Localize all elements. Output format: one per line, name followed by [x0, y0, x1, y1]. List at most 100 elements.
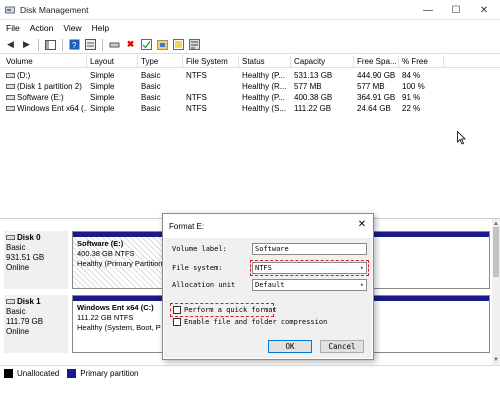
percent-free-cell: 22 % — [402, 104, 421, 113]
menu-view[interactable]: View — [63, 23, 81, 33]
new-volume-icon[interactable] — [156, 38, 169, 51]
disk-status: Online — [6, 327, 30, 336]
disk-size: 111.79 GB — [6, 317, 44, 326]
menu-help[interactable]: Help — [92, 23, 109, 33]
primary-partition-bar — [371, 232, 489, 237]
column-status[interactable]: Status — [239, 55, 291, 68]
delete-icon[interactable]: ✖ — [124, 38, 137, 51]
partition-windows-c[interactable]: Windows Ent x64 (C:) 111.22 GB NTFS Heal… — [72, 295, 172, 353]
volume-icon — [6, 84, 15, 90]
vertical-scrollbar[interactable]: ▲ ▼ — [492, 219, 500, 365]
column-layout[interactable]: Layout — [87, 55, 138, 68]
disk-1-label[interactable]: Disk 1 Basic 111.79 GB Online — [4, 295, 68, 353]
free-space-cell: 444.90 GB — [357, 71, 396, 80]
volume-icon — [6, 106, 15, 112]
legend-primary: Primary partition — [80, 369, 139, 378]
volume-label-label: Volume label: — [172, 245, 227, 253]
column-percent-free[interactable]: % Free — [399, 55, 444, 68]
title-bar: Disk Management — ☐ ✕ — [0, 0, 500, 20]
volume-cell: Software (E:) — [3, 92, 87, 103]
compression-label[interactable]: Enable file and folder compression — [184, 318, 327, 326]
file-system-cell: NTFS — [186, 93, 207, 102]
disk-size: 931.51 GB — [6, 253, 45, 262]
scroll-thumb[interactable] — [493, 227, 499, 277]
menu-action[interactable]: Action — [30, 23, 54, 33]
disk-name: Disk 0 — [17, 233, 41, 242]
legend: Unallocated Primary partition — [0, 365, 500, 381]
unallocated-swatch — [4, 369, 13, 378]
back-arrow-icon[interactable]: ◀ — [4, 38, 17, 51]
capacity-cell: 400.38 GB — [294, 93, 333, 102]
column-type[interactable]: Type — [138, 55, 183, 68]
column-file-system[interactable]: File System — [183, 55, 239, 68]
connect-icon[interactable] — [108, 38, 121, 51]
partition-detail: 111.22 GB NTFS — [77, 313, 134, 322]
status-cell: Healthy (P... — [242, 93, 285, 102]
volume-label-input[interactable]: Software — [252, 243, 367, 255]
percent-free-cell: 100 % — [402, 82, 425, 91]
column-free-space[interactable]: Free Spa... — [354, 55, 399, 68]
close-button[interactable]: ✕ — [470, 0, 498, 20]
table-row[interactable]: (Disk 1 partition 2) Simple Basic Health… — [0, 81, 500, 92]
disk-name: Disk 1 — [17, 297, 41, 306]
column-capacity[interactable]: Capacity — [291, 55, 354, 68]
table-row[interactable]: (D:) Simple Basic NTFS Healthy (P... 531… — [0, 70, 500, 81]
partition-title: Software (E:) — [77, 239, 124, 248]
type-cell: Basic — [141, 71, 161, 80]
free-space-cell: 577 MB — [357, 82, 385, 91]
volume-cell: (D:) — [3, 70, 87, 81]
settings-icon[interactable] — [188, 38, 201, 51]
capacity-cell: 577 MB — [294, 82, 322, 91]
help-icon[interactable]: ? — [68, 38, 81, 51]
toolbar: ◀ ▶ ? ✖ — [0, 36, 500, 54]
file-system-label: File system: — [172, 264, 223, 272]
status-cell: Healthy (R... — [242, 82, 287, 91]
volume-icon — [6, 95, 15, 101]
check-icon[interactable] — [140, 38, 153, 51]
dialog-title: Format E: — [169, 222, 205, 231]
menu-file[interactable]: File — [6, 23, 20, 33]
layout-cell: Simple — [90, 71, 115, 80]
ok-button[interactable]: OK — [268, 340, 312, 353]
disk-icon — [6, 299, 15, 305]
dialog-close-icon[interactable]: ✕ — [355, 218, 369, 232]
format-dialog: Format E: ✕ Volume label: Software File … — [162, 213, 374, 360]
free-space-cell: 364.91 GB — [357, 93, 396, 102]
partition-software-e[interactable]: Software (E:) 400.38 GB NTFS Healthy (Pr… — [72, 231, 172, 289]
table-row[interactable]: Windows Ent x64 (... Simple Basic NTFS H… — [0, 103, 500, 114]
chevron-down-icon: ▾ — [359, 281, 364, 289]
column-volume[interactable]: Volume — [3, 55, 87, 68]
file-system-cell: NTFS — [186, 104, 207, 113]
partition-recovery[interactable] — [370, 295, 490, 353]
cancel-button[interactable]: Cancel — [320, 340, 364, 353]
status-cell: Healthy (P... — [242, 71, 285, 80]
volume-name: Windows Ent x64 (... — [17, 104, 87, 113]
compression-checkbox[interactable] — [173, 318, 181, 326]
capacity-cell: 531.13 GB — [294, 71, 333, 80]
disk-management-icon — [5, 6, 15, 14]
free-space-cell: 24.64 GB — [357, 104, 391, 113]
file-system-cell: NTFS — [186, 71, 207, 80]
partition-status: Healthy (System, Boot, P — [77, 323, 161, 332]
table-row[interactable]: Software (E:) Simple Basic NTFS Healthy … — [0, 92, 500, 103]
disk-0-label[interactable]: Disk 0 Basic 931.51 GB Online — [4, 231, 68, 289]
rescan-icon[interactable] — [172, 38, 185, 51]
volume-name: (D:) — [17, 71, 31, 80]
volume-name: (Disk 1 partition 2) — [17, 82, 82, 91]
partition-d[interactable] — [370, 231, 490, 289]
console-tree-icon[interactable] — [44, 38, 57, 51]
disk-status: Online — [6, 263, 30, 272]
forward-arrow-icon[interactable]: ▶ — [20, 38, 33, 51]
minimize-button[interactable]: — — [414, 0, 442, 20]
properties-icon[interactable] — [84, 38, 97, 51]
type-cell: Basic — [141, 82, 161, 91]
menu-bar: File Action View Help — [0, 20, 500, 36]
toolbar-separator — [38, 38, 39, 51]
scroll-down-icon[interactable]: ▼ — [493, 357, 499, 363]
percent-free-cell: 91 % — [402, 93, 421, 102]
volume-icon — [6, 73, 15, 79]
maximize-button[interactable]: ☐ — [442, 0, 470, 20]
percent-free-cell: 84 % — [402, 71, 421, 80]
allocation-unit-select[interactable]: Default ▾ — [252, 279, 367, 291]
disk-type: Basic — [6, 307, 26, 316]
